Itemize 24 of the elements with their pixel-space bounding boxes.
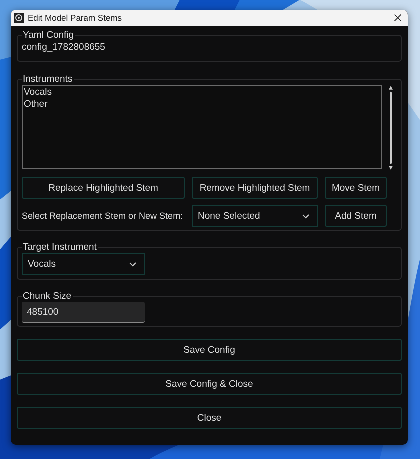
add-stem-button[interactable]: Add Stem [325,205,387,227]
chevron-icon [129,262,137,266]
list-item[interactable]: Other [24,99,381,111]
group-label: Yaml Config [22,30,76,41]
chevron-icon [302,214,310,218]
action-button[interactable]: Replace Highlighted Stem [22,177,185,199]
scrollbar[interactable] [388,85,394,171]
group-label: Target Instrument [22,242,98,253]
dialog-button[interactable]: Save Config & Close [17,373,402,395]
config-name: config_1782808655 [22,41,106,53]
list-item[interactable]: Vocals [24,87,381,99]
group-label: Chunk Size [22,291,73,302]
app-icon [14,13,24,23]
action-button[interactable]: Move Stem [325,177,387,199]
instrument-dropdown[interactable]: Vocals [22,253,145,275]
chunk-size-field[interactable]: 485100 [22,302,145,323]
close-icon[interactable] [394,14,402,22]
action-button[interactable]: Remove Highlighted Stem [192,177,318,199]
dialog-button[interactable]: Close [17,407,402,429]
dialog-button[interactable]: Save Config [17,339,402,361]
select-label: Select Replacement Stem or New Stem: [22,211,184,221]
window-title: Edit Model Param Stems [28,13,124,23]
stem-dropdown[interactable]: None Selected [192,205,318,227]
group-label: Instruments [22,74,74,85]
